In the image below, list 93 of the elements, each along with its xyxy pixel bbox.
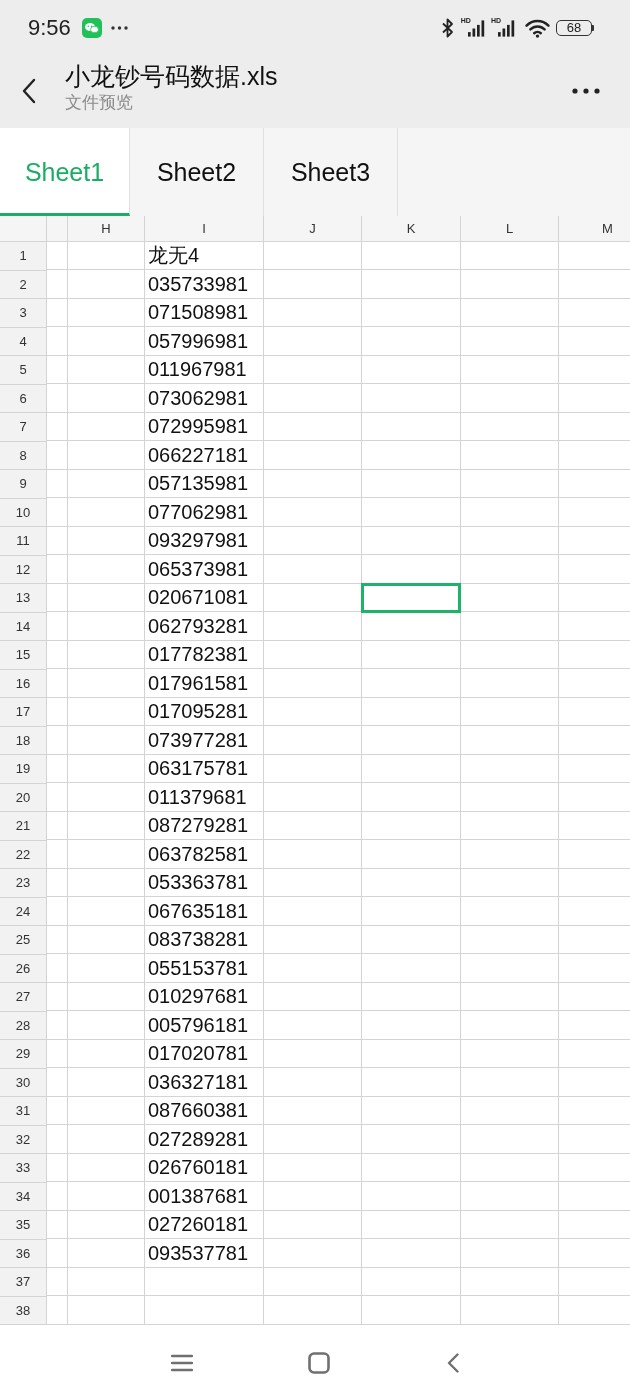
table-cell-text: 010297681: [147, 984, 250, 1009]
row-number[interactable]: 31: [0, 1097, 47, 1126]
table-cell-text: 011379681: [147, 784, 248, 810]
row-number[interactable]: 16: [0, 669, 47, 698]
back-icon[interactable]: [22, 78, 36, 104]
row-number[interactable]: 21: [0, 812, 47, 841]
row-number[interactable]: 19: [0, 755, 47, 784]
row-number[interactable]: 25: [0, 926, 47, 955]
table-cell-text: 017782381: [147, 642, 250, 667]
table-cell-text: 017020781: [147, 1041, 250, 1066]
row-number[interactable]: 30: [0, 1068, 47, 1097]
row-number[interactable]: 12: [0, 555, 47, 584]
row-number[interactable]: 33: [0, 1154, 47, 1183]
row-number[interactable]: 17: [0, 698, 47, 727]
table-cell-text: 017961581: [147, 670, 250, 696]
table-cell-text: 053363781: [147, 870, 250, 895]
table-cell-text: 072995981: [147, 414, 250, 439]
row-number[interactable]: 14: [0, 612, 47, 641]
table-cell-text: 066227181: [147, 442, 250, 468]
row-number[interactable]: 8: [0, 441, 47, 470]
table-cell-text: 063175781: [147, 756, 250, 781]
table-cell-text: 062793281: [147, 613, 250, 639]
column-header[interactable]: I: [145, 216, 264, 242]
table-cell-text: 017095281: [147, 699, 250, 724]
chat-app-icon: [81, 18, 102, 38]
row-number[interactable]: 27: [0, 983, 47, 1012]
file-title: 小龙钞号码数据.xls: [65, 61, 278, 92]
table-cell-text: 005796181: [147, 1012, 250, 1038]
row-number[interactable]: 6: [0, 384, 47, 413]
row-number[interactable]: 35: [0, 1211, 47, 1240]
wifi-icon: [525, 18, 550, 38]
table-cell-text: 龙无4: [147, 243, 201, 268]
table-cell-text: 083738281: [147, 927, 250, 952]
battery-indicator: 68: [556, 20, 594, 36]
table-cell-text: 067635181: [147, 898, 250, 924]
table-cell-text: 020671081: [147, 585, 250, 610]
table-cell-text: 027289281: [147, 1126, 250, 1152]
row-number[interactable]: 22: [0, 840, 47, 869]
row-number[interactable]: 4: [0, 327, 47, 356]
row-number[interactable]: 37: [0, 1268, 47, 1297]
table-cell-text: 071508981: [147, 300, 250, 325]
row-number[interactable]: 26: [0, 954, 47, 983]
row-number[interactable]: 34: [0, 1182, 47, 1211]
table-cell-text: 065373981: [147, 556, 250, 582]
row-number[interactable]: 38: [0, 1296, 47, 1325]
more-options-icon[interactable]: [572, 88, 600, 94]
table-cell-text: 073062981: [147, 385, 250, 411]
table-cell-text: 057135981: [147, 471, 250, 496]
table-cell-text: 077062981: [147, 499, 250, 525]
table-cell-text: 063782581: [147, 841, 250, 867]
bluetooth-icon: [441, 18, 454, 38]
row-number[interactable]: 3: [0, 299, 47, 328]
table-cell-text: 026760181: [147, 1155, 250, 1180]
row-number[interactable]: 13: [0, 584, 47, 613]
table-cell-text: 073977281: [147, 727, 250, 753]
row-number[interactable]: 28: [0, 1011, 47, 1040]
column-header[interactable]: M: [559, 216, 630, 242]
sheet-corner: [0, 216, 47, 242]
column-header[interactable]: K: [362, 216, 461, 242]
table-cell-text: 011967981: [147, 357, 248, 382]
row-number[interactable]: 7: [0, 413, 47, 442]
table-cell-text: 087279281: [147, 813, 250, 838]
row-number[interactable]: 36: [0, 1239, 47, 1268]
table-cell-text: 027260181: [147, 1212, 250, 1237]
row-number[interactable]: 23: [0, 869, 47, 898]
row-number[interactable]: 18: [0, 726, 47, 755]
row-number[interactable]: 29: [0, 1040, 47, 1069]
row-number[interactable]: 2: [0, 270, 47, 299]
status-time: 9:56: [28, 15, 71, 41]
home-icon[interactable]: [308, 1352, 330, 1374]
row-number[interactable]: 20: [0, 783, 47, 812]
menu-icon[interactable]: [171, 1354, 193, 1372]
table-cell-text: 093297981: [147, 528, 250, 553]
row-number[interactable]: 24: [0, 897, 47, 926]
table-cell-text: 055153781: [147, 955, 250, 981]
file-subtitle: 文件预览: [65, 92, 133, 114]
table-cell-text: 001387681: [147, 1183, 250, 1209]
table-cell-text: 057996981: [147, 328, 250, 354]
table-cell-text: 035733981: [147, 271, 250, 297]
row-number[interactable]: 1: [0, 242, 47, 271]
row-number[interactable]: 15: [0, 641, 47, 670]
row-number[interactable]: 9: [0, 470, 47, 499]
table-cell-text: 093537781: [147, 1240, 250, 1266]
table-cell-text: 036327181: [147, 1069, 250, 1095]
row-number[interactable]: 10: [0, 498, 47, 527]
row-number[interactable]: 5: [0, 356, 47, 385]
more-notifications-icon: [110, 26, 128, 30]
column-header[interactable]: L: [461, 216, 559, 242]
column-header[interactable]: H: [68, 216, 145, 242]
row-number[interactable]: 11: [0, 527, 47, 556]
column-header[interactable]: J: [264, 216, 362, 242]
row-number[interactable]: 32: [0, 1125, 47, 1154]
table-cell-text: 087660381: [147, 1098, 250, 1123]
